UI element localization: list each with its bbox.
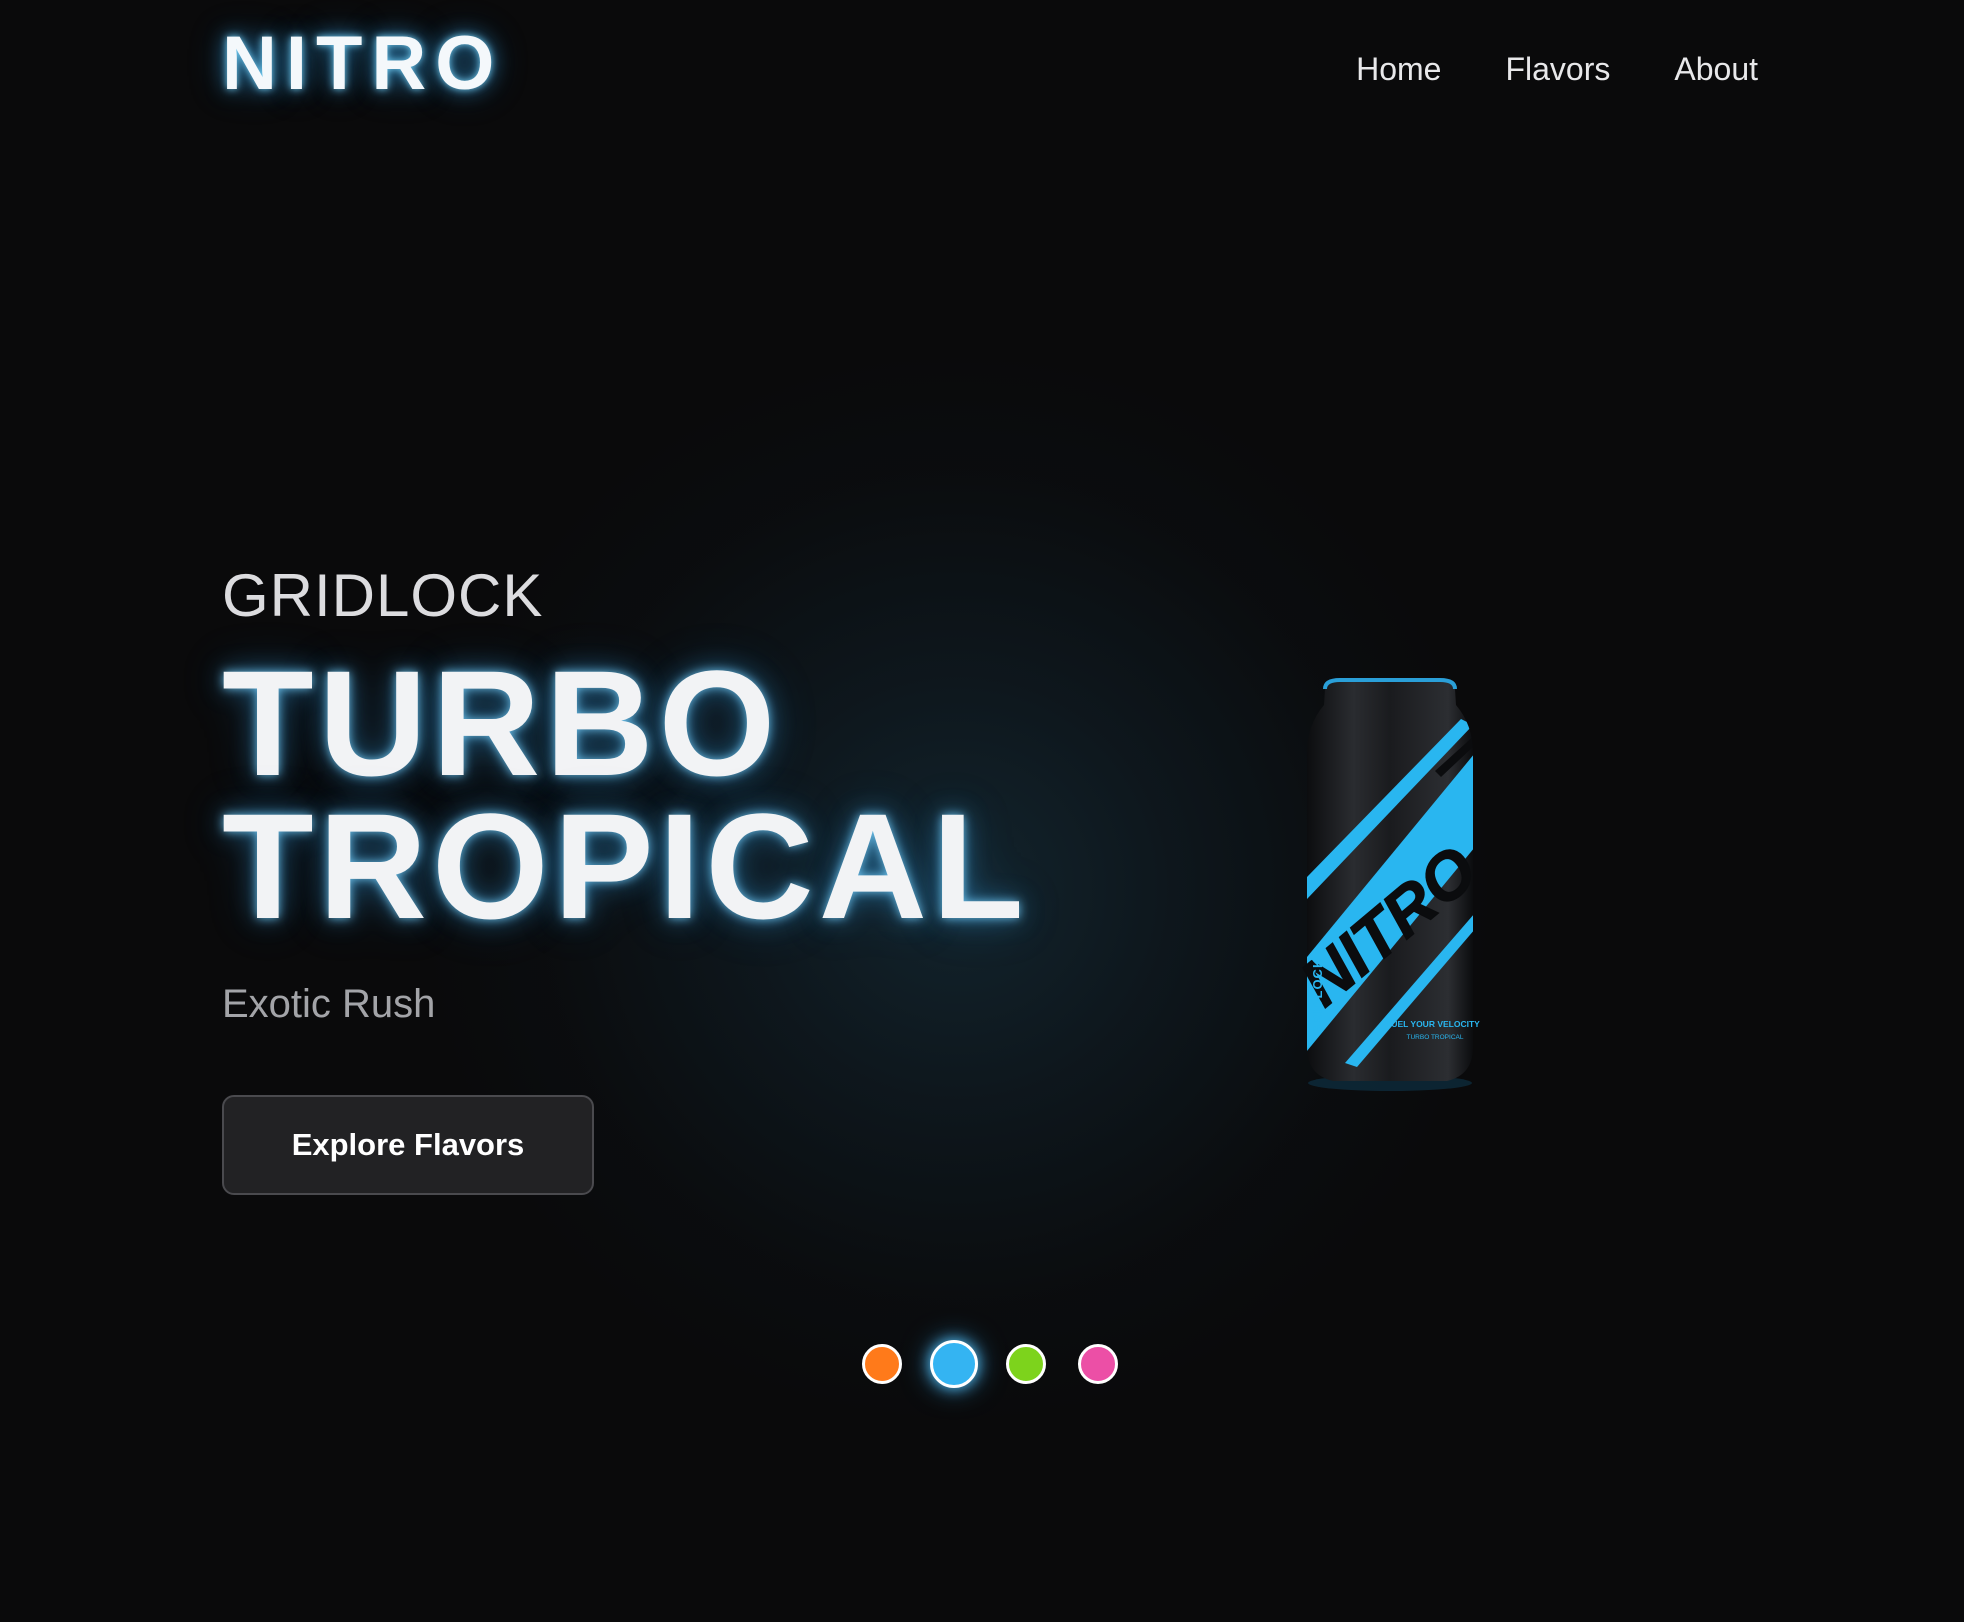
flavor-carousel-dots <box>862 1340 1150 1388</box>
carousel-dot-blue[interactable] <box>930 1340 978 1388</box>
nav-link-flavors[interactable]: Flavors <box>1505 53 1610 85</box>
can-svg: NITRO GRIDLOCK FUEL YOUR VELOCITY TURBO … <box>1285 678 1491 1091</box>
main-nav: Home Flavors About <box>1356 53 1758 85</box>
brand-logo[interactable]: NITRO <box>222 26 503 102</box>
page: NITRO Home Flavors About GRIDLOCK TURBO … <box>0 0 1964 1622</box>
hero-title: TURBO TROPICAL <box>222 639 1029 950</box>
carousel-dot-pink[interactable] <box>1078 1344 1118 1384</box>
nav-link-home[interactable]: Home <box>1356 53 1441 85</box>
hero-title-line-1: TURBO <box>222 639 781 807</box>
hero-text: GRIDLOCK TURBO TROPICAL Exotic Rush <box>222 562 1024 1025</box>
hero-title-line-2: TROPICAL <box>222 782 1029 950</box>
hero-tagline: Exotic Rush <box>222 982 436 1026</box>
can-slogan-text: FUEL YOUR VELOCITY <box>1386 1019 1480 1029</box>
hero-subtitle: GRIDLOCK <box>222 562 544 629</box>
carousel-dot-green[interactable] <box>1006 1344 1046 1384</box>
can-flavor-text: TURBO TROPICAL <box>1407 1034 1464 1041</box>
nav-link-about[interactable]: About <box>1674 53 1758 85</box>
explore-flavors-button[interactable]: Explore Flavors <box>222 1095 594 1195</box>
carousel-dot-orange[interactable] <box>862 1344 902 1384</box>
can-side-text: GRIDLOCK <box>1310 958 1325 1035</box>
product-can-image: NITRO GRIDLOCK FUEL YOUR VELOCITY TURBO … <box>1285 675 1495 1095</box>
